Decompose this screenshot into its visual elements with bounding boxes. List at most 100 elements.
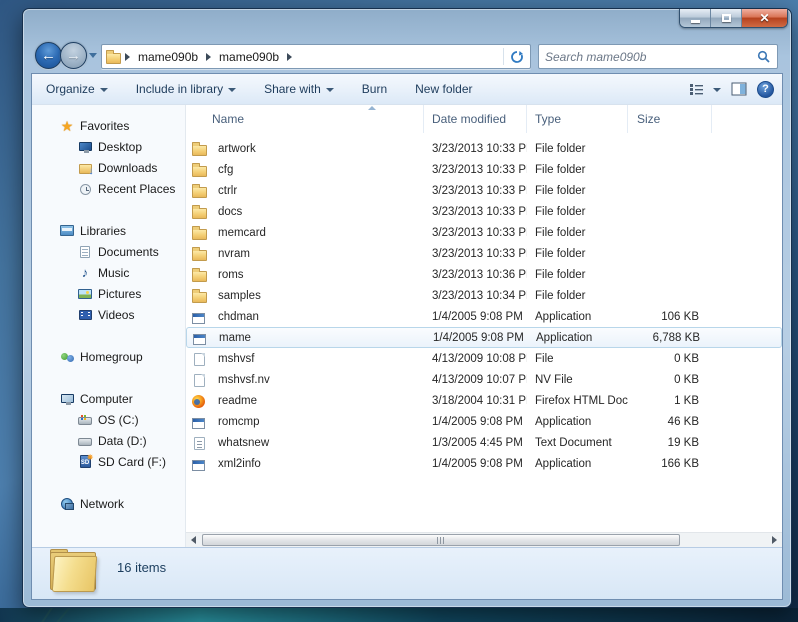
- file-row[interactable]: romcmp 1/4/2005 9:08 PM Application 46 KB: [186, 411, 782, 432]
- sidebar-item-label: Network: [80, 496, 125, 511]
- address-dropdown-button[interactable]: [485, 45, 503, 68]
- search-icon[interactable]: [757, 50, 770, 63]
- sidebar-item-computer[interactable]: Computer: [32, 388, 185, 409]
- column-header-name[interactable]: Name: [192, 105, 424, 133]
- file-date-modified: 1/4/2005 9:08 PM: [433, 331, 524, 344]
- main-area: ★ Favorites Desktop Downloads Recent Places L…: [32, 105, 782, 547]
- preview-pane-button[interactable]: [731, 82, 747, 96]
- homegroup-icon: [60, 351, 74, 363]
- help-button[interactable]: ?: [757, 80, 774, 98]
- sidebar-item-homegroup[interactable]: Homegroup: [32, 346, 185, 367]
- breadcrumb-arrow-icon[interactable]: [287, 52, 293, 61]
- minimize-button[interactable]: [680, 9, 711, 27]
- toolbar-item-burn[interactable]: Burn: [362, 82, 387, 96]
- file-name: memcard: [218, 226, 266, 239]
- file-type: File folder: [535, 289, 586, 302]
- sidebar-item-label: Libraries: [80, 223, 127, 238]
- scroll-left-button[interactable]: [186, 533, 201, 548]
- sidebar-item-desktop[interactable]: Desktop: [32, 136, 185, 157]
- refresh-button[interactable]: [504, 45, 530, 68]
- maximize-button[interactable]: [711, 9, 742, 27]
- file-name: whatsnew: [218, 436, 270, 449]
- sidebar-item-favorites[interactable]: ★ Favorites: [32, 115, 185, 136]
- toolbar-item-new-folder[interactable]: New folder: [415, 82, 472, 96]
- search-input[interactable]: [539, 45, 757, 68]
- sidebar-item-label: Documents: [98, 244, 159, 259]
- music-icon: ♪: [81, 265, 89, 280]
- file-name: docs: [218, 205, 243, 218]
- content-panel: Organize Include in library Share with Burn…: [31, 73, 783, 600]
- address-bar[interactable]: mame090b mame090b: [101, 44, 531, 69]
- breadcrumb-item[interactable]: mame090b: [134, 50, 202, 64]
- horizontal-scrollbar: [186, 532, 782, 547]
- sidebar-item-downloads[interactable]: Downloads: [32, 157, 185, 178]
- sidebar-item-pictures[interactable]: Pictures: [32, 283, 185, 304]
- column-header-filler: [712, 105, 782, 133]
- file-row[interactable]: memcard 3/23/2013 10:33 PM File folder: [186, 222, 782, 243]
- file-size: 46 KB: [667, 415, 699, 428]
- scrollbar-thumb[interactable]: [202, 534, 680, 546]
- toolbar-item-organize[interactable]: Organize: [46, 82, 108, 96]
- breadcrumb-item[interactable]: mame090b: [215, 50, 283, 64]
- sidebar-item-recentplaces[interactable]: Recent Places: [32, 178, 185, 199]
- sidebar-item-label: Computer: [80, 391, 133, 406]
- file-name: ctrlr: [218, 184, 238, 197]
- recent-pages-dropdown[interactable]: [89, 53, 97, 58]
- sidebar-item-music[interactable]: ♪ Music: [32, 262, 185, 283]
- chevron-down-icon: [713, 88, 721, 92]
- file-size: 0 KB: [674, 373, 699, 386]
- folder-large-icon: [50, 549, 98, 592]
- toolbar-item-share-with[interactable]: Share with: [264, 82, 334, 96]
- sidebar-item-label: Desktop: [98, 139, 143, 154]
- column-header-type[interactable]: Type: [527, 105, 628, 133]
- back-button[interactable]: ←: [35, 42, 62, 69]
- change-view-button[interactable]: [689, 83, 721, 96]
- scroll-right-button[interactable]: [767, 533, 782, 548]
- file-type: File: [535, 352, 554, 365]
- scrollbar-track[interactable]: [201, 533, 767, 547]
- network-icon: [61, 498, 74, 510]
- file-name: xml2info: [218, 457, 261, 470]
- sidebar-item-label: OS (C:): [98, 412, 139, 427]
- file-type: File folder: [535, 268, 586, 281]
- file-row[interactable]: samples 3/23/2013 10:34 PM File folder: [186, 285, 782, 306]
- column-header-size[interactable]: Size: [628, 105, 712, 133]
- file-row[interactable]: xml2info 1/4/2005 9:08 PM Application 166 K…: [186, 453, 782, 474]
- file-row[interactable]: cfg 3/23/2013 10:33 PM File folder: [186, 159, 782, 180]
- file-row[interactable]: docs 3/23/2013 10:33 PM File folder: [186, 201, 782, 222]
- chevron-down-icon: [228, 88, 237, 92]
- close-button[interactable]: ✕: [742, 9, 787, 27]
- sidebar-item-libraries[interactable]: Libraries: [32, 220, 185, 241]
- sidebar-item-sdcardf[interactable]: SD SD Card (F:): [32, 451, 185, 472]
- sidebar-item-osc[interactable]: OS (C:): [32, 409, 185, 430]
- breadcrumb-arrow-icon[interactable]: [206, 52, 212, 61]
- column-header-date-modified[interactable]: Date modified: [424, 105, 527, 133]
- file-size: 19 KB: [667, 436, 699, 449]
- file-row[interactable]: chdman 1/4/2005 9:08 PM Application 106 KB: [186, 306, 782, 327]
- sidebar-item-network[interactable]: Network: [32, 493, 185, 514]
- file-name: mshvsf.nv: [218, 373, 270, 386]
- file-date-modified: 3/23/2013 10:33 PM: [432, 163, 527, 176]
- sidebar-item-videos[interactable]: Videos: [32, 304, 185, 325]
- breadcrumb-arrow-icon[interactable]: [125, 52, 130, 61]
- file-name: readme: [218, 394, 257, 407]
- forward-arrow-icon: →: [66, 47, 81, 64]
- downloads-icon: [78, 163, 94, 177]
- file-row[interactable]: readme 3/18/2004 10:31 PM Firefox HTML Doc…: [186, 390, 782, 411]
- sidebar-item-datad[interactable]: Data (D:): [32, 430, 185, 451]
- file-size: 6,788 KB: [652, 331, 700, 344]
- file-row[interactable]: nvram 3/23/2013 10:33 PM File folder: [186, 243, 782, 264]
- forward-button[interactable]: →: [60, 42, 87, 69]
- file-row[interactable]: mshvsf 4/13/2009 10:08 PM File 0 KB: [186, 348, 782, 369]
- file-row[interactable]: whatsnew 1/3/2005 4:45 PM Text Document 19 …: [186, 432, 782, 453]
- file-row[interactable]: artwork 3/23/2013 10:33 PM File folder: [186, 138, 782, 159]
- toolbar-item-include-in-library[interactable]: Include in library: [136, 82, 237, 96]
- file-row[interactable]: mshvsf.nv 4/13/2009 10:07 PM NV File 0 KB: [186, 369, 782, 390]
- file-row[interactable]: ctrlr 3/23/2013 10:33 PM File folder: [186, 180, 782, 201]
- sidebar-item-documents[interactable]: Documents: [32, 241, 185, 262]
- file-row[interactable]: roms 3/23/2013 10:36 PM File folder: [186, 264, 782, 285]
- explorer-window: ✕ ← → mame090b mame090b Organize Include i…: [22, 8, 792, 608]
- file-row[interactable]: mame 1/4/2005 9:08 PM Application 6,788 KB: [186, 327, 782, 348]
- file-name: chdman: [218, 310, 259, 323]
